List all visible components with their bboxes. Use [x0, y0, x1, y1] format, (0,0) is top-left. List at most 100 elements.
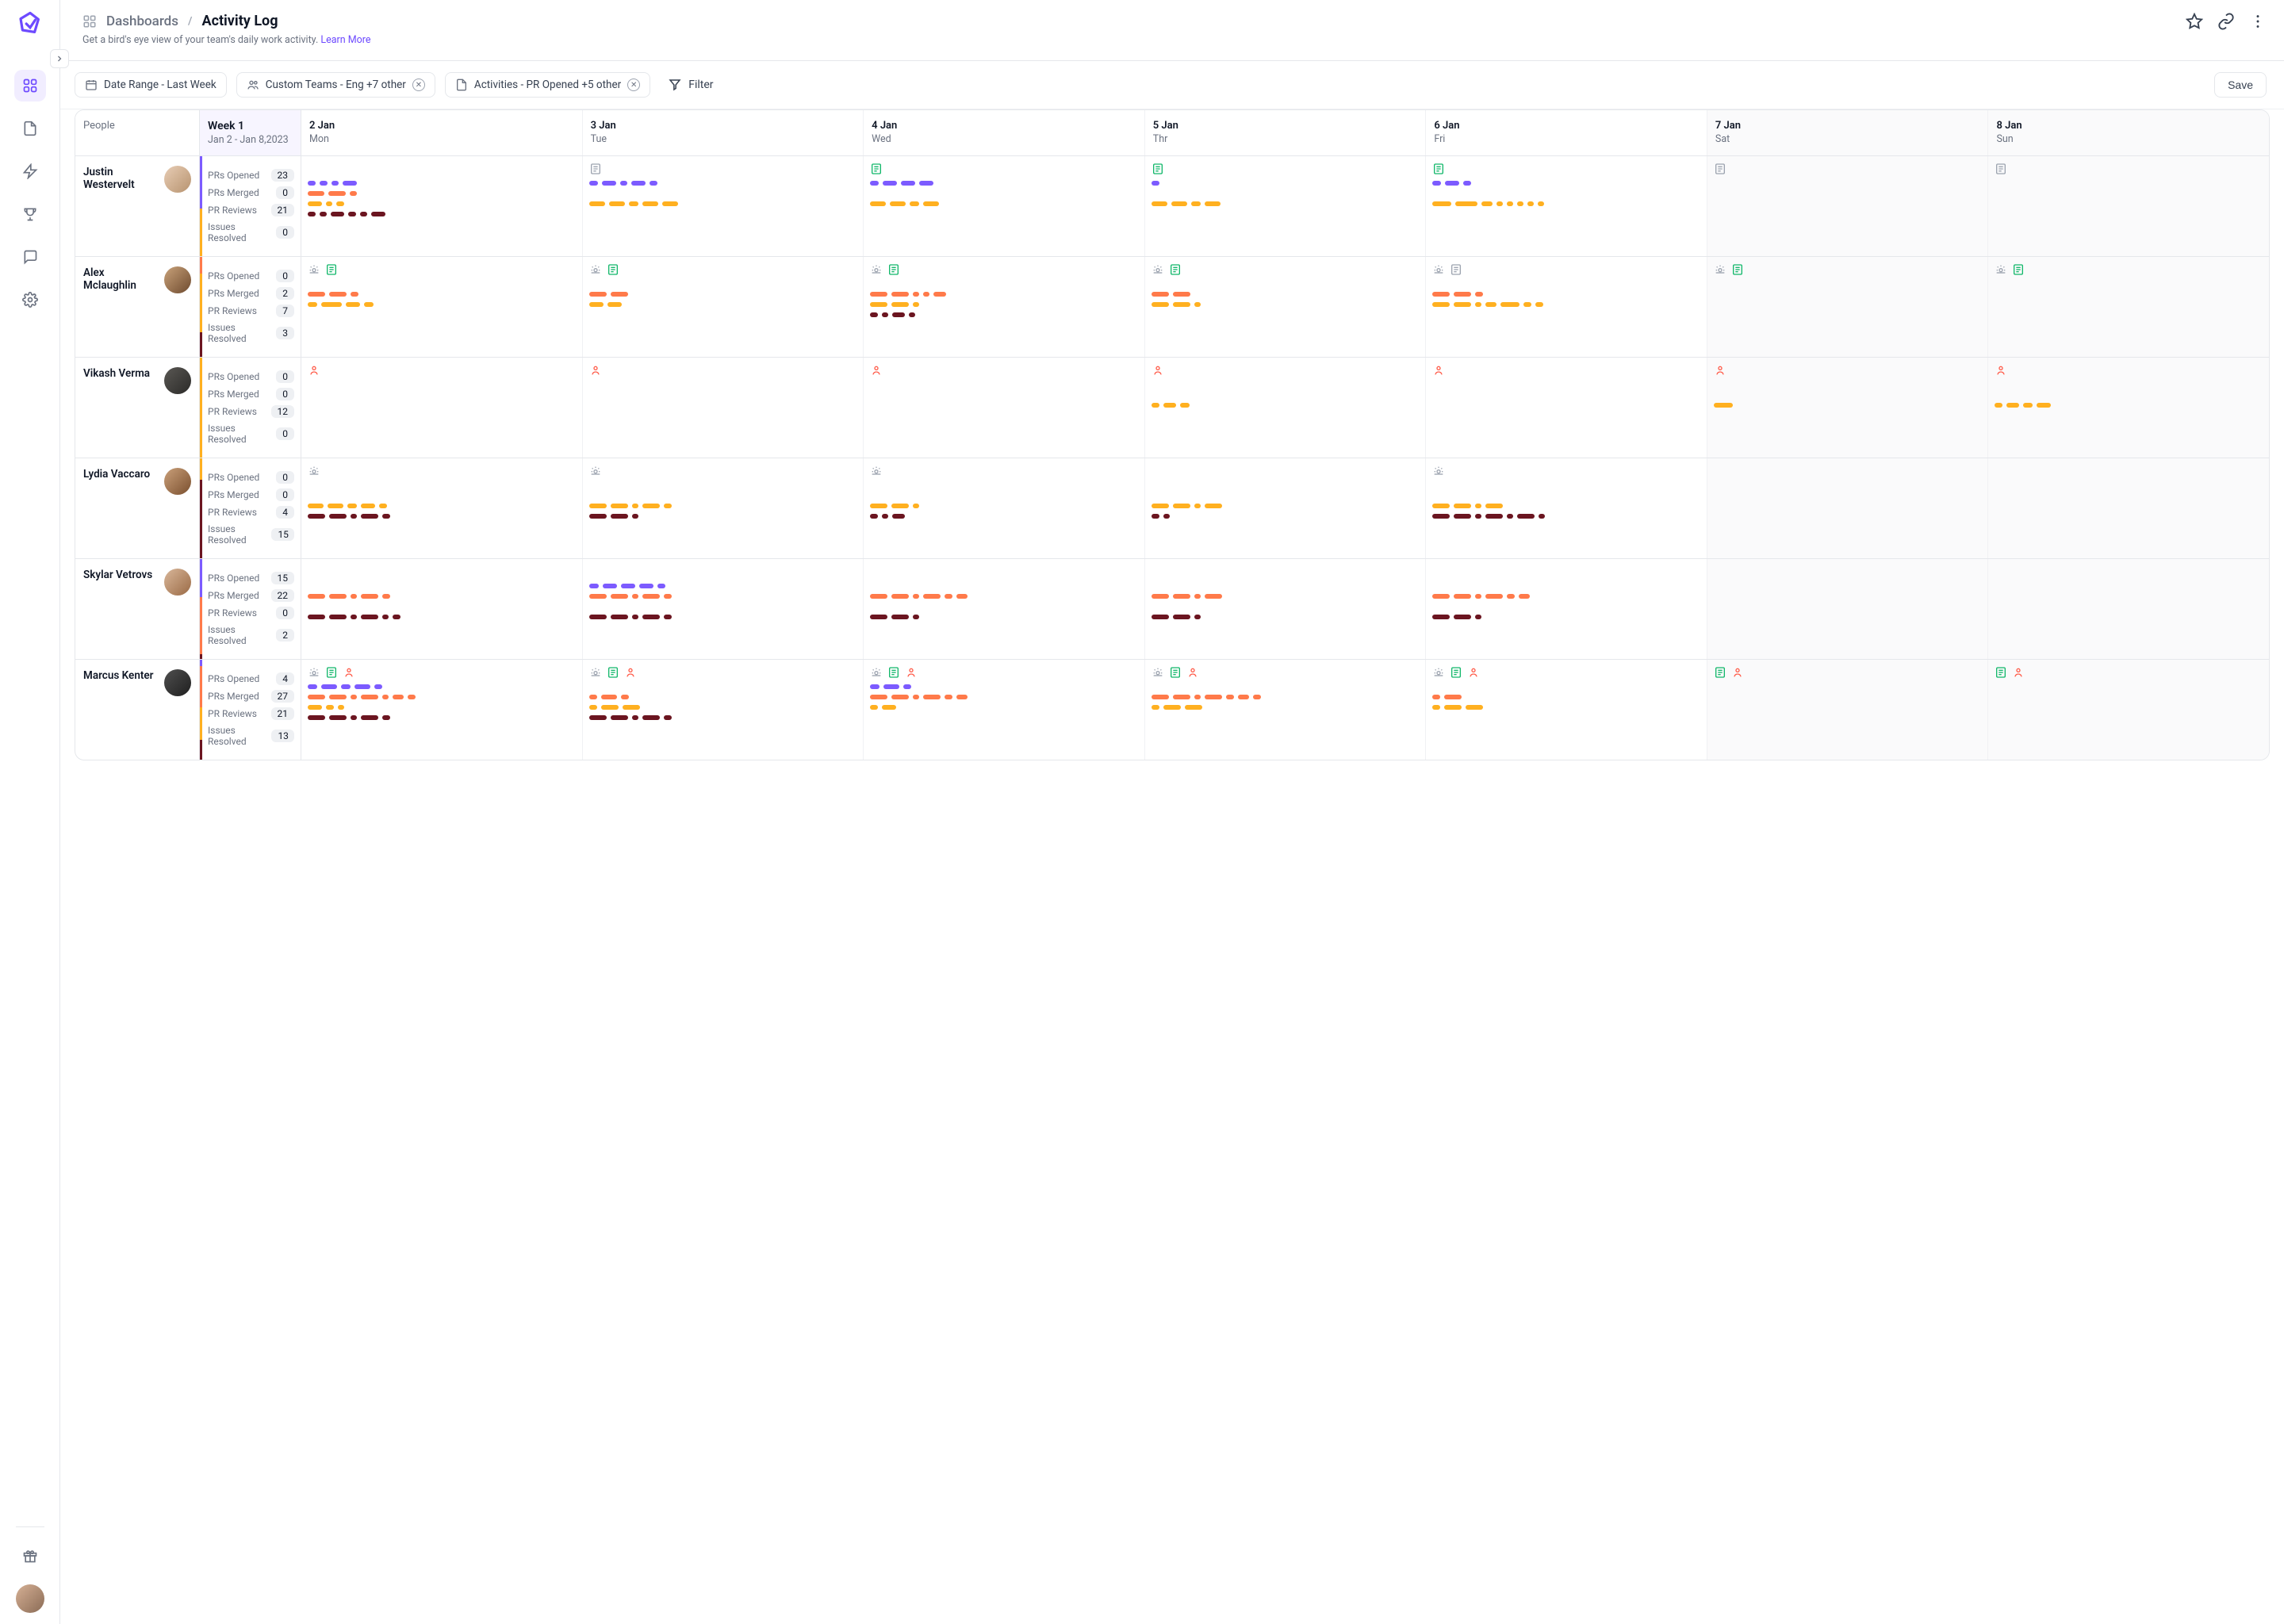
day-cell[interactable]: [583, 156, 864, 256]
day-cell[interactable]: [1707, 559, 1989, 659]
day-cell[interactable]: [1988, 156, 2269, 256]
day-cell[interactable]: [1145, 458, 1427, 558]
nav-comments[interactable]: [14, 241, 46, 273]
add-filter-button[interactable]: Filter: [660, 72, 721, 98]
day-cell[interactable]: [1145, 156, 1427, 256]
lane-maroon: [308, 513, 576, 519]
activity-dash: [408, 695, 416, 699]
day-cell[interactable]: [1988, 559, 2269, 659]
nav-dashboards[interactable]: [14, 70, 46, 102]
save-button[interactable]: Save: [2214, 72, 2267, 98]
day-cell[interactable]: [1707, 458, 1989, 558]
day-cell[interactable]: [1426, 559, 1707, 659]
day-cell[interactable]: [301, 660, 583, 760]
day-cell[interactable]: [1145, 559, 1427, 659]
day-cell[interactable]: [1988, 660, 2269, 760]
lane-yellow: [870, 201, 1138, 207]
nav-settings[interactable]: [14, 284, 46, 316]
day-cell[interactable]: [864, 559, 1145, 659]
day-cell[interactable]: [1988, 358, 2269, 458]
note-gray-icon: [1714, 163, 1726, 175]
more-menu-button[interactable]: [2249, 13, 2267, 30]
clear-teams-icon[interactable]: ✕: [412, 79, 425, 91]
teams-chip[interactable]: Custom Teams - Eng +7 other ✕: [236, 72, 435, 98]
day-cell[interactable]: [1145, 257, 1427, 357]
day-cell[interactable]: [1426, 660, 1707, 760]
sidebar-collapse-toggle[interactable]: [50, 49, 69, 68]
lane-purple: [1152, 381, 1420, 388]
activity-dash: [631, 181, 646, 186]
day-cell[interactable]: [1988, 458, 2269, 558]
activity-dash: [603, 584, 617, 588]
current-user-avatar[interactable]: [16, 1584, 44, 1613]
day-cell[interactable]: [583, 458, 864, 558]
day-cell[interactable]: [1145, 660, 1427, 760]
day-cell[interactable]: [301, 559, 583, 659]
day-cell[interactable]: [864, 358, 1145, 458]
day-cell[interactable]: [1426, 156, 1707, 256]
clear-activities-icon[interactable]: ✕: [627, 79, 640, 91]
person-cell[interactable]: Justin Westervelt: [75, 156, 200, 256]
activity-dash: [1432, 695, 1440, 699]
lane-purple: [1152, 281, 1420, 287]
activity-dash: [1171, 201, 1187, 206]
activity-dash: [642, 201, 658, 206]
day-cell[interactable]: [1707, 358, 1989, 458]
lane-purple: [1432, 180, 1700, 186]
activity-dash: [1485, 504, 1503, 508]
activity-dash: [589, 302, 604, 307]
nav-gifts[interactable]: [14, 1540, 46, 1572]
lane-purple: [1152, 684, 1420, 690]
nav-documents[interactable]: [14, 113, 46, 144]
activity-dash: [639, 584, 653, 588]
breadcrumb-root[interactable]: Dashboards: [106, 13, 178, 29]
person-cell[interactable]: Lydia Vaccaro: [75, 458, 200, 558]
day-cell[interactable]: [1707, 257, 1989, 357]
favorite-button[interactable]: [2186, 13, 2203, 30]
activity-dash: [1194, 302, 1201, 307]
learn-more-link[interactable]: Learn More: [320, 34, 370, 46]
person-icon: [905, 666, 918, 679]
day-cell[interactable]: [1707, 660, 1989, 760]
share-link-button[interactable]: [2217, 13, 2235, 30]
day-cell[interactable]: [583, 358, 864, 458]
day-cell[interactable]: [864, 458, 1145, 558]
stat-reviews: 7: [276, 304, 294, 317]
nav-achievements[interactable]: [14, 198, 46, 230]
day-cell[interactable]: [301, 257, 583, 357]
day-cell[interactable]: [1426, 358, 1707, 458]
activity-dash: [1152, 201, 1167, 206]
day-cell[interactable]: [301, 156, 583, 256]
day-cell[interactable]: [583, 559, 864, 659]
nav-activity[interactable]: [14, 155, 46, 187]
day-cell[interactable]: [1145, 358, 1427, 458]
activity-dash: [354, 684, 370, 689]
activity-dash: [913, 504, 919, 508]
person-cell[interactable]: Marcus Kenter: [75, 660, 200, 760]
day-cell[interactable]: [583, 257, 864, 357]
person-row: Skylar VetrovsPRs Opened15PRs Merged22PR…: [75, 558, 2269, 659]
lane-orange: [589, 190, 857, 197]
day-cell[interactable]: [864, 660, 1145, 760]
lane-yellow: [1714, 603, 1982, 610]
day-cell[interactable]: [1426, 257, 1707, 357]
day-cell[interactable]: [1988, 257, 2269, 357]
day-cell[interactable]: [583, 660, 864, 760]
lane-yellow: [308, 503, 576, 509]
day-cell[interactable]: [301, 358, 583, 458]
day-cell[interactable]: [864, 257, 1145, 357]
day-cell[interactable]: [864, 156, 1145, 256]
day-cell[interactable]: [301, 458, 583, 558]
activity-dash: [1535, 302, 1543, 307]
day-cell[interactable]: [1707, 156, 1989, 256]
day-cell[interactable]: [1426, 458, 1707, 558]
person-cell[interactable]: Skylar Vetrovs: [75, 559, 200, 659]
date-range-chip[interactable]: Date Range - Last Week: [75, 72, 227, 98]
lane-maroon: [1995, 614, 2263, 620]
note-green-icon: [325, 263, 338, 276]
day-indicators: [589, 565, 857, 578]
person-cell[interactable]: Vikash Verma: [75, 358, 200, 458]
person-cell[interactable]: Alex Mclaughlin: [75, 257, 200, 357]
lane-yellow: [1714, 201, 1982, 207]
activities-chip[interactable]: Activities - PR Opened +5 other ✕: [445, 72, 650, 98]
